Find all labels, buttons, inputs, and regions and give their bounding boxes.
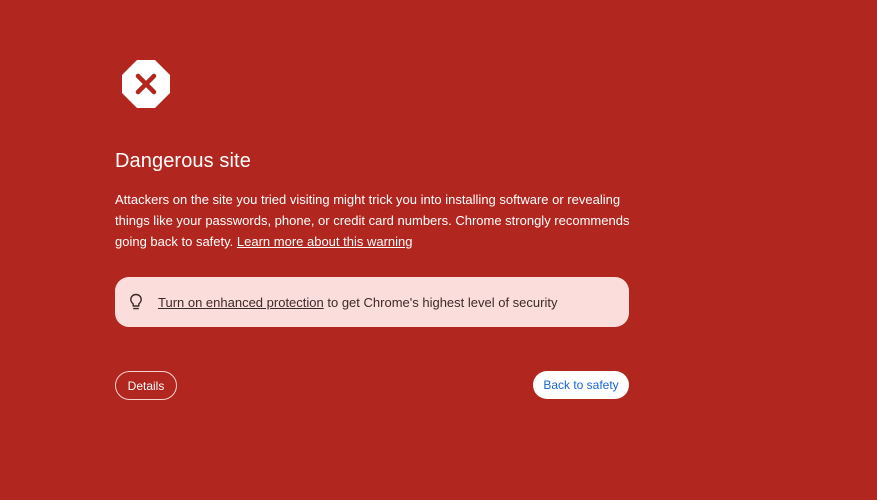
warning-description: Attackers on the site you tried visiting…	[115, 189, 635, 252]
danger-octagon-x-icon	[122, 60, 170, 108]
lightbulb-icon	[130, 293, 142, 310]
details-button[interactable]: Details	[115, 371, 177, 400]
page-title: Dangerous site	[115, 150, 251, 172]
tip-text: Turn on enhanced protection to get Chrom…	[158, 295, 557, 310]
dangerous-site-interstitial: Dangerous site Attackers on the site you…	[0, 0, 877, 500]
learn-more-link[interactable]: Learn more about this warning	[237, 234, 413, 249]
enhanced-protection-link[interactable]: Turn on enhanced protection	[158, 295, 324, 310]
enhanced-protection-tip: Turn on enhanced protection to get Chrom…	[115, 277, 629, 327]
tip-text-rest: to get Chrome's highest level of securit…	[327, 294, 558, 310]
back-to-safety-button[interactable]: Back to safety	[533, 371, 629, 399]
